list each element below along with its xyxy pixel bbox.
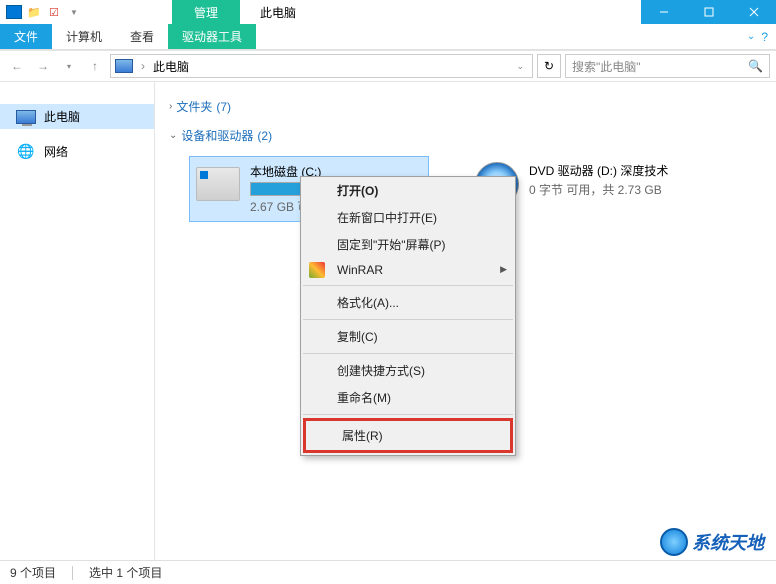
- sidebar-item-network[interactable]: 🌐 网络: [0, 139, 154, 164]
- search-box[interactable]: 搜索"此电脑" 🔍: [565, 54, 770, 78]
- sidebar-item-label: 此电脑: [44, 108, 80, 125]
- winrar-icon: [309, 262, 325, 278]
- ribbon-help-icon[interactable]: ?: [761, 30, 768, 44]
- ribbon-tab-computer[interactable]: 计算机: [52, 24, 116, 49]
- group-header-folders[interactable]: › 文件夹 (7): [169, 92, 762, 121]
- group-label: 文件夹: [176, 98, 212, 115]
- chevron-right-icon: ›: [169, 101, 172, 112]
- group-header-devices[interactable]: ⌄ 设备和驱动器 (2): [169, 121, 762, 150]
- sidebar-item-this-pc[interactable]: 此电脑: [0, 104, 154, 129]
- ctx-pin-start[interactable]: 固定到"开始"屏幕(P): [301, 231, 515, 258]
- sidebar-item-label: 网络: [44, 143, 68, 160]
- this-pc-icon: [16, 110, 36, 124]
- this-pc-icon: [115, 59, 133, 73]
- ctx-format[interactable]: 格式化(A)...: [301, 289, 515, 316]
- nav-recent-dropdown[interactable]: ▾: [58, 55, 80, 77]
- drive-info: DVD 驱动器 (D:) 深度技术 0 字节 可用，共 2.73 GB: [529, 162, 703, 216]
- ctx-open-new-window[interactable]: 在新窗口中打开(E): [301, 204, 515, 231]
- ctx-separator: [303, 285, 513, 286]
- system-icon[interactable]: [6, 5, 22, 19]
- status-item-count: 9 个项目: [10, 564, 56, 581]
- address-dropdown-icon[interactable]: ⌄: [512, 61, 528, 72]
- ribbon-tab-view[interactable]: 查看: [116, 24, 168, 49]
- watermark-globe-icon: [660, 528, 688, 556]
- ctx-winrar[interactable]: WinRAR: [301, 258, 515, 282]
- nav-up-button[interactable]: ↑: [84, 55, 106, 77]
- quick-access-dropdown-icon[interactable]: ▼: [66, 4, 82, 20]
- ctx-properties[interactable]: 属性(R): [306, 421, 510, 450]
- nav-forward-button[interactable]: →: [32, 55, 54, 77]
- status-separator: [72, 566, 73, 580]
- context-menu: 打开(O) 在新窗口中打开(E) 固定到"开始"屏幕(P) WinRAR 格式化…: [300, 176, 516, 456]
- titlebar-left: 📁 ☑ ▼: [0, 0, 82, 24]
- ctx-separator: [303, 319, 513, 320]
- chevron-down-icon: ⌄: [169, 130, 177, 141]
- ctx-copy[interactable]: 复制(C): [301, 323, 515, 350]
- hdd-icon: [196, 167, 240, 201]
- ribbon-tab-drive-tools[interactable]: 驱动器工具: [168, 24, 256, 49]
- ctx-properties-highlight: 属性(R): [303, 418, 513, 453]
- drive-free-space: 0 字节 可用，共 2.73 GB: [529, 181, 703, 198]
- network-icon: 🌐: [16, 144, 36, 160]
- group-count: (2): [257, 129, 272, 143]
- close-button[interactable]: [731, 0, 776, 24]
- window-title: 此电脑: [240, 0, 316, 24]
- ctx-label: WinRAR: [337, 263, 383, 277]
- breadcrumb-chevron-icon[interactable]: ›: [137, 59, 149, 73]
- ribbon: 文件 计算机 查看 驱动器工具 ⌄ ?: [0, 24, 776, 50]
- watermark: 系统天地: [660, 528, 764, 556]
- quick-access-folder-icon[interactable]: 📁: [26, 4, 42, 20]
- window-controls: [641, 0, 776, 24]
- group-label: 设备和驱动器: [181, 127, 253, 144]
- title-bar: 📁 ☑ ▼ 管理 此电脑: [0, 0, 776, 24]
- drive-name: DVD 驱动器 (D:) 深度技术: [529, 162, 703, 179]
- navigation-bar: ← → ▾ ↑ › 此电脑 ⌄ ↻ 搜索"此电脑" 🔍: [0, 50, 776, 82]
- ctx-separator: [303, 414, 513, 415]
- ribbon-expand-icon[interactable]: ⌄: [747, 31, 755, 42]
- watermark-text: 系统天地: [692, 529, 764, 555]
- ctx-separator: [303, 353, 513, 354]
- group-count: (7): [216, 100, 231, 114]
- status-selected-count: 选中 1 个项目: [89, 564, 162, 581]
- nav-back-button[interactable]: ←: [6, 55, 28, 77]
- address-bar[interactable]: › 此电脑 ⌄: [110, 54, 533, 78]
- ribbon-right: ⌄ ?: [747, 24, 776, 49]
- ctx-open[interactable]: 打开(O): [301, 177, 515, 204]
- search-icon: 🔍: [748, 59, 763, 73]
- ribbon-context-tab: 管理: [172, 0, 240, 24]
- maximize-button[interactable]: [686, 0, 731, 24]
- breadcrumb-location[interactable]: 此电脑: [153, 58, 189, 75]
- navigation-pane: 此电脑 🌐 网络: [0, 82, 155, 560]
- refresh-button[interactable]: ↻: [537, 54, 561, 78]
- ribbon-tab-file[interactable]: 文件: [0, 24, 52, 49]
- search-placeholder: 搜索"此电脑": [572, 58, 641, 75]
- ctx-rename[interactable]: 重命名(M): [301, 384, 515, 411]
- status-bar: 9 个项目 选中 1 个项目: [0, 560, 776, 584]
- ctx-create-shortcut[interactable]: 创建快捷方式(S): [301, 357, 515, 384]
- quick-access-checkbox-icon[interactable]: ☑: [46, 4, 62, 20]
- minimize-button[interactable]: [641, 0, 686, 24]
